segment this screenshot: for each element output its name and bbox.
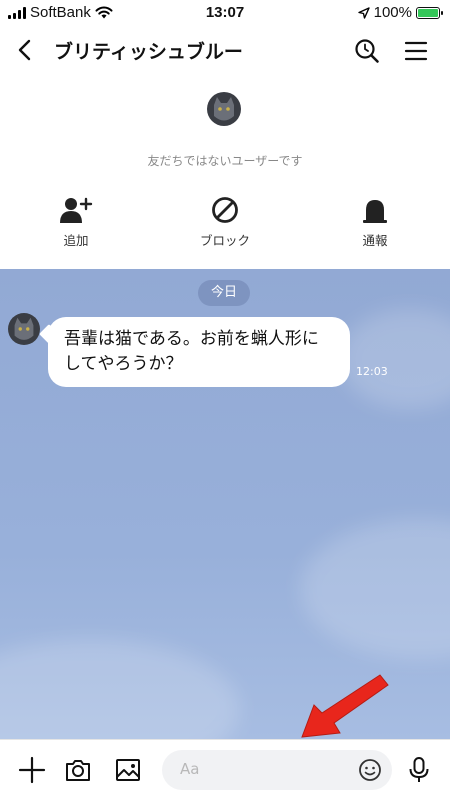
message-time: 12:03 — [356, 365, 388, 378]
add-friend-icon — [60, 197, 93, 223]
friend-actions: 追加 ブロック 通報 — [0, 196, 450, 256]
annotation-arrow-icon — [301, 674, 389, 738]
search-icon[interactable] — [354, 38, 380, 64]
report-icon — [363, 200, 387, 223]
camera-icon[interactable] — [64, 756, 92, 784]
sender-avatar[interactable] — [8, 313, 40, 345]
status-right: 100% — [357, 4, 443, 21]
profile-avatar[interactable] — [207, 92, 241, 126]
microphone-icon[interactable] — [406, 756, 432, 784]
report-label: 通報 — [362, 233, 388, 248]
back-chevron-icon[interactable] — [14, 38, 38, 62]
message-input[interactable]: Aa — [162, 750, 392, 790]
plus-icon[interactable] — [18, 756, 46, 784]
location-icon — [357, 6, 370, 19]
image-icon[interactable] — [114, 756, 142, 784]
block-button[interactable]: ブロック — [185, 196, 265, 249]
block-label: ブロック — [199, 233, 250, 248]
chat-header: ブリティッシュブルー — [0, 26, 450, 74]
report-button[interactable]: 通報 — [335, 196, 415, 249]
message-input-placeholder: Aa — [180, 760, 200, 778]
message-bubble[interactable]: 吾輩は猫である。お前を蝋人形にしてやろうか？ — [48, 317, 350, 387]
composer-bar: Aa — [0, 739, 450, 800]
date-separator: 今日 — [198, 280, 250, 306]
block-icon — [212, 197, 238, 223]
add-friend-label: 追加 — [63, 233, 89, 248]
add-friend-button[interactable]: 追加 — [36, 196, 116, 249]
status-bar: SoftBank 13:07 100% — [0, 0, 450, 26]
menu-icon[interactable] — [404, 40, 428, 62]
non-friend-notice: 友だちではないユーザーです — [147, 154, 303, 168]
message-text: 吾輩は猫である。お前を蝋人形にしてやろうか？ — [64, 329, 319, 374]
chat-title: ブリティッシュブルー — [54, 41, 243, 63]
battery-percent: 100% — [373, 4, 412, 21]
emoji-icon[interactable] — [358, 758, 382, 782]
battery-icon — [416, 6, 443, 19]
chat-area[interactable]: 今日 吾輩は猫である。お前を蝋人形にしてやろうか？ 12:03 — [0, 269, 450, 739]
